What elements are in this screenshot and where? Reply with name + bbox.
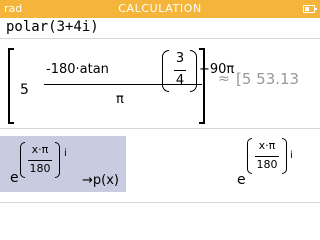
exponent-denominator: 180	[29, 162, 51, 175]
divider	[0, 38, 320, 39]
inner-numerator: 3	[175, 51, 185, 66]
fraction-denominator: π	[116, 92, 124, 107]
inner-fraction: 3 4	[172, 49, 188, 93]
exponent-numerator: x·π	[258, 139, 276, 152]
left-bracket	[8, 48, 14, 124]
exact-result-matrix[interactable]: 5 -180·atan 3 4 +90π π	[8, 48, 234, 124]
divider	[0, 202, 320, 203]
exponent-denominator: 180	[256, 158, 278, 171]
fraction-numerator: -180·atan 3 4 +90π	[44, 48, 234, 94]
divider	[0, 128, 320, 129]
approx-symbol: ≈	[218, 71, 230, 87]
battery-icon	[303, 5, 317, 13]
exp-base: e	[10, 170, 19, 186]
exponent-numerator: x·π	[31, 143, 49, 156]
right-paren	[190, 50, 197, 92]
approx-result[interactable]: [5 53.13	[236, 70, 299, 88]
magnitude-value: 5	[20, 82, 29, 98]
status-bar: rad CALCULATION	[0, 0, 320, 18]
conversion-suffix: →p(x)	[82, 173, 119, 188]
exponent-fraction: x·π 180	[247, 138, 287, 174]
inner-denominator: 4	[175, 73, 185, 88]
history-input[interactable]: polar(3+4i)	[6, 19, 99, 35]
exponent-i: i	[290, 150, 293, 161]
fraction-bar	[44, 84, 202, 85]
numerator-left: -180·atan	[46, 62, 109, 77]
function-name: p(x)	[92, 173, 119, 188]
store-arrow-icon: →	[82, 173, 93, 188]
exponent-fraction: x·π 180	[20, 142, 60, 178]
exp-base: e	[237, 172, 246, 188]
app-title: CALCULATION	[118, 2, 202, 15]
exponent-i: i	[64, 148, 67, 159]
left-paren	[162, 50, 169, 92]
